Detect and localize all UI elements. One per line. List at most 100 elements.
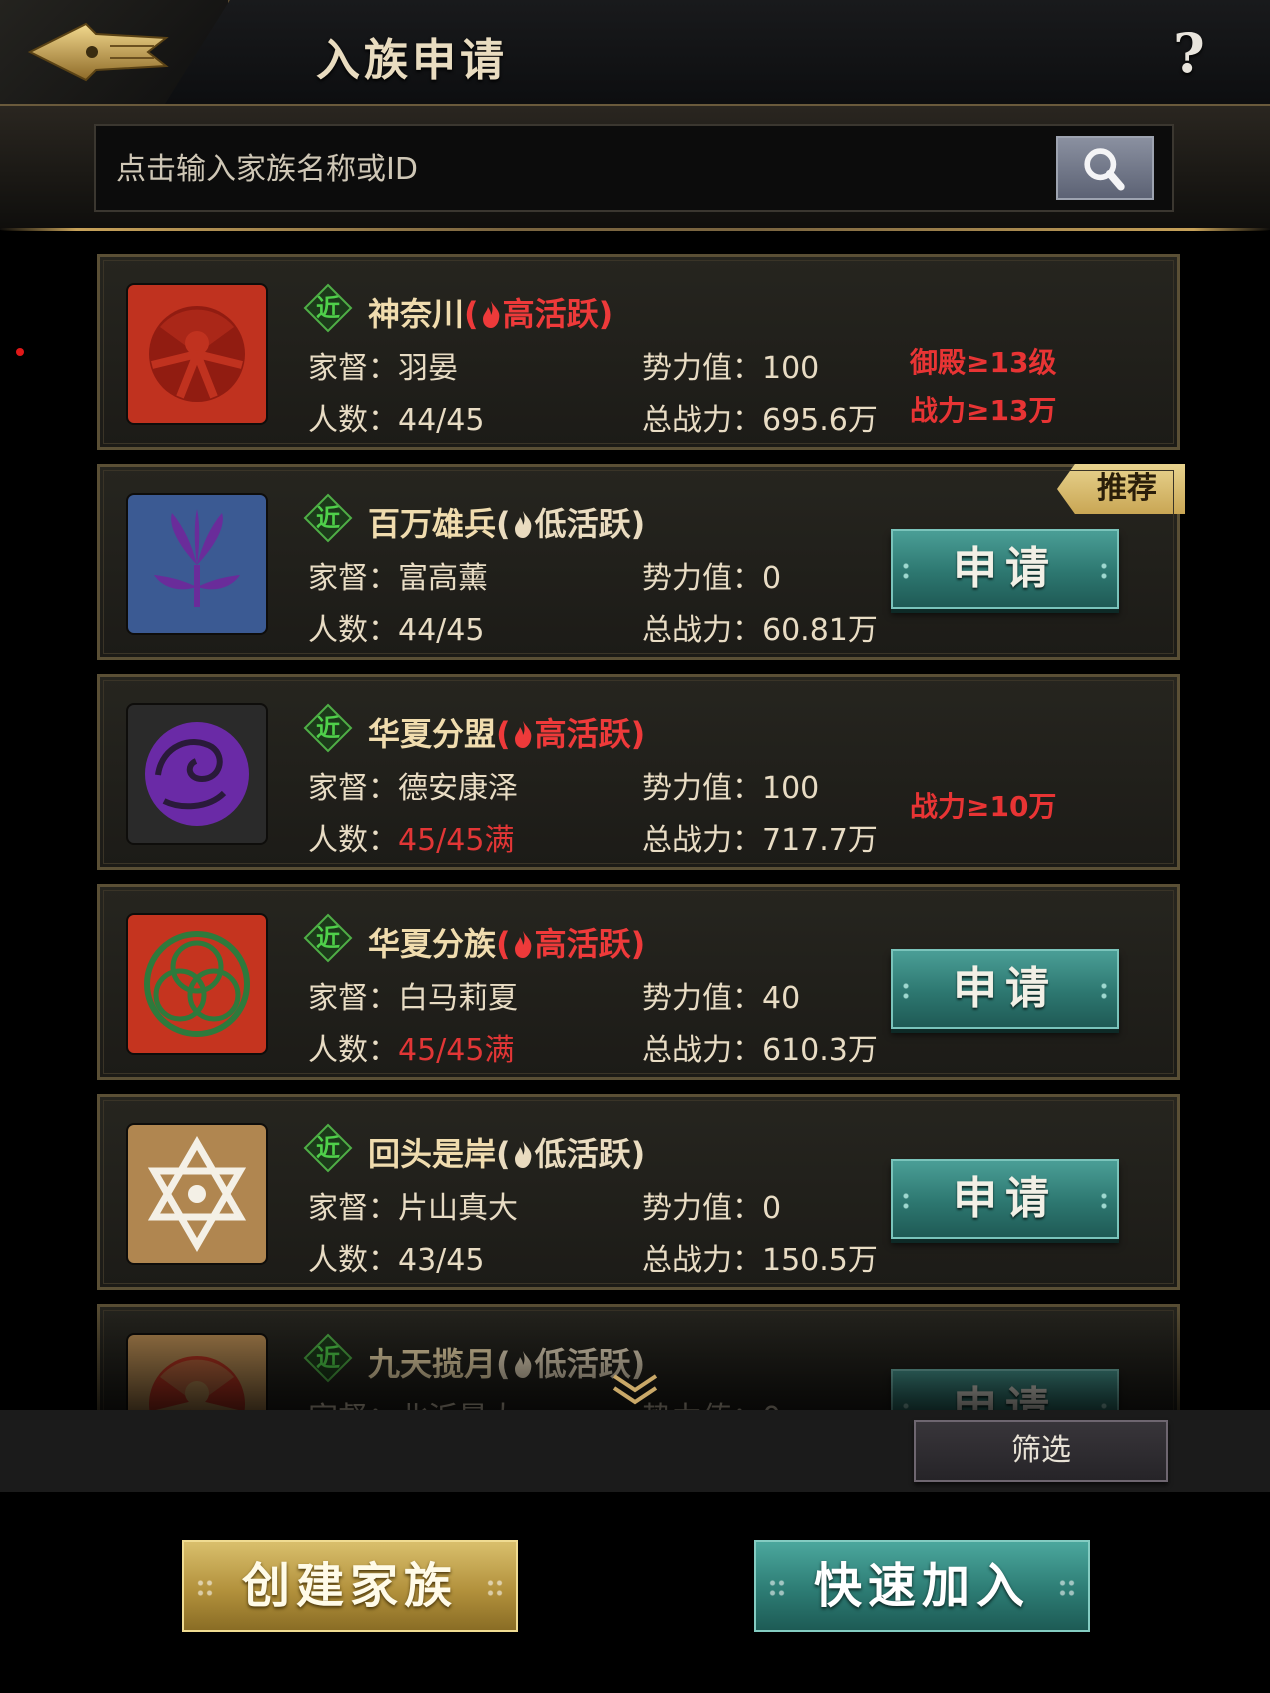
apply-button[interactable]: 申请: [891, 1369, 1119, 1410]
button-ornament: [1099, 1191, 1109, 1211]
members-label: 人数：: [308, 823, 398, 858]
combat-label: 总战力：: [642, 403, 762, 438]
button-ornament: [901, 1191, 911, 1211]
clan-card[interactable]: 近 华夏分族(高活跃) 家督：白马莉夏 人数：45/45满 势力值：40 总战力…: [96, 883, 1181, 1081]
apply-button[interactable]: 申请: [891, 529, 1119, 609]
power-value: 0: [762, 561, 782, 596]
apply-button[interactable]: 申请: [891, 1159, 1119, 1239]
members-row: 人数：44/45: [308, 395, 484, 439]
apply-label: 申请: [953, 963, 1057, 1014]
members-label: 人数：: [308, 1243, 398, 1278]
flame-icon: [511, 1349, 535, 1379]
help-button[interactable]: ?: [1166, 22, 1212, 84]
search-input[interactable]: [116, 142, 1016, 196]
activity-text: 低活跃: [534, 1135, 631, 1173]
leader-value: 羽晏: [398, 351, 458, 386]
quick-join-button[interactable]: 快速加入: [754, 1540, 1090, 1632]
combat-value: 695.6万: [762, 403, 878, 438]
leader-label: 家督：: [308, 561, 398, 596]
combat-value: 717.7万: [762, 823, 878, 858]
near-badge: 近: [303, 1333, 353, 1383]
leader-row: 家督：白马莉夏: [308, 973, 518, 1017]
leader-label: 家督：: [308, 771, 398, 806]
clan-name: 九天揽月(低活跃): [368, 1339, 645, 1385]
power-row: 势力值：100: [642, 343, 819, 387]
activity-status: (高活跃): [496, 715, 646, 753]
clan-card[interactable]: 近 百万雄兵(低活跃) 家督：富高薰 人数：44/45 势力值：0 总战力：60…: [96, 463, 1185, 661]
power-label: 势力值：: [642, 1191, 762, 1226]
leader-label: 家督：: [308, 1191, 398, 1226]
clan-name: 回头是岸(低活跃): [368, 1129, 645, 1175]
activity-text: 低活跃: [534, 505, 631, 543]
button-ornament: [196, 1578, 214, 1598]
combat-row: 总战力：60.81万: [642, 605, 878, 649]
clan-name-text: 华夏分族: [368, 925, 497, 963]
requirement-text: 战力≥10万: [910, 790, 1057, 823]
button-ornament: [1099, 561, 1109, 581]
clan-card[interactable]: 近 华夏分盟(高活跃) 家督：德安康泽 人数：45/45满 势力值：100 总战…: [96, 673, 1181, 871]
power-row: 势力值：100: [642, 763, 819, 807]
leader-value: 北沂景大: [398, 1401, 518, 1410]
power-row: 势力值：0: [642, 553, 781, 597]
members-row: 人数：45/45满: [308, 1025, 514, 1069]
create-clan-button[interactable]: 创建家族: [182, 1540, 518, 1632]
clan-card[interactable]: 近 神奈川(高活跃) 家督：羽晏 人数：44/45 势力值：100 总战力：69…: [96, 253, 1181, 451]
tricolor-fan-emblem: [128, 285, 266, 423]
leader-row: 家督：片山真大: [308, 1183, 518, 1227]
flame-icon: [511, 509, 535, 539]
leader-row: 家督：羽晏: [308, 343, 458, 387]
combat-label: 总战力：: [642, 823, 762, 858]
power-value: 0: [762, 1401, 781, 1410]
filter-button[interactable]: 筛选: [914, 1420, 1168, 1482]
near-badge-label: 近: [316, 504, 340, 532]
members-value: 44/45: [398, 613, 485, 648]
flame-icon: [511, 1139, 535, 1169]
power-row: 势力值：40: [642, 973, 800, 1017]
apply-label: 申请: [953, 1383, 1057, 1410]
search-button[interactable]: [1056, 136, 1154, 200]
clan-name-text: 神奈川: [368, 295, 465, 333]
combat-value: 60.81万: [762, 613, 878, 648]
clan-list[interactable]: 近 神奈川(高活跃) 家督：羽晏 人数：44/45 势力值：100 总战力：69…: [0, 232, 1270, 1410]
wave-crest-emblem: [128, 705, 266, 843]
requirement-text: 御殿≥13级: [910, 346, 1057, 379]
members-value: 45/45满: [398, 1033, 515, 1068]
search-icon: [1084, 148, 1125, 191]
create-clan-label: 创建家族: [241, 1558, 458, 1614]
button-ornament: [1058, 1578, 1076, 1598]
back-arrow-icon[interactable]: [26, 16, 171, 88]
power-row: 势力值：0: [642, 1393, 781, 1410]
leader-label: 家督：: [308, 351, 398, 386]
members-value: 44/45: [398, 403, 485, 438]
button-ornament: [1099, 1401, 1109, 1410]
divider: [0, 228, 1270, 231]
power-value: 0: [762, 1191, 782, 1226]
power-label: 势力值：: [642, 981, 762, 1016]
scroll-down-chevron-icon[interactable]: [610, 1372, 660, 1408]
quick-join-label: 快速加入: [813, 1558, 1030, 1614]
clan-name-text: 九天揽月: [368, 1345, 497, 1383]
clan-card[interactable]: 近 回头是岸(低活跃) 家督：片山真大 人数：43/45 势力值：0 总战力：1…: [96, 1093, 1181, 1291]
power-value: 100: [762, 771, 820, 806]
near-badge-label: 近: [316, 714, 340, 742]
combat-label: 总战力：: [642, 1243, 762, 1278]
members-label: 人数：: [308, 403, 398, 438]
button-ornament: [486, 1578, 504, 1598]
leader-row: 家督：德安康泽: [308, 763, 518, 807]
members-row: 人数：44/45: [308, 605, 484, 649]
near-badge: 近: [303, 283, 353, 333]
search-bar: [94, 124, 1174, 212]
power-label: 势力值：: [642, 351, 762, 386]
members-label: 人数：: [308, 613, 398, 648]
near-badge: 近: [303, 913, 353, 963]
clan-name: 华夏分盟(高活跃): [368, 709, 645, 755]
requirement-text: 战力≥13万: [910, 394, 1057, 427]
activity-status: (低活跃): [496, 1135, 646, 1173]
combat-row: 总战力：610.3万: [642, 1025, 878, 1069]
near-badge: 近: [303, 703, 353, 753]
iris-emblem: [128, 495, 266, 633]
button-ornament: [768, 1578, 786, 1598]
apply-button[interactable]: 申请: [891, 949, 1119, 1029]
power-row: 势力值：0: [642, 1183, 781, 1227]
leader-row: 家督：北沂景大: [308, 1393, 518, 1410]
